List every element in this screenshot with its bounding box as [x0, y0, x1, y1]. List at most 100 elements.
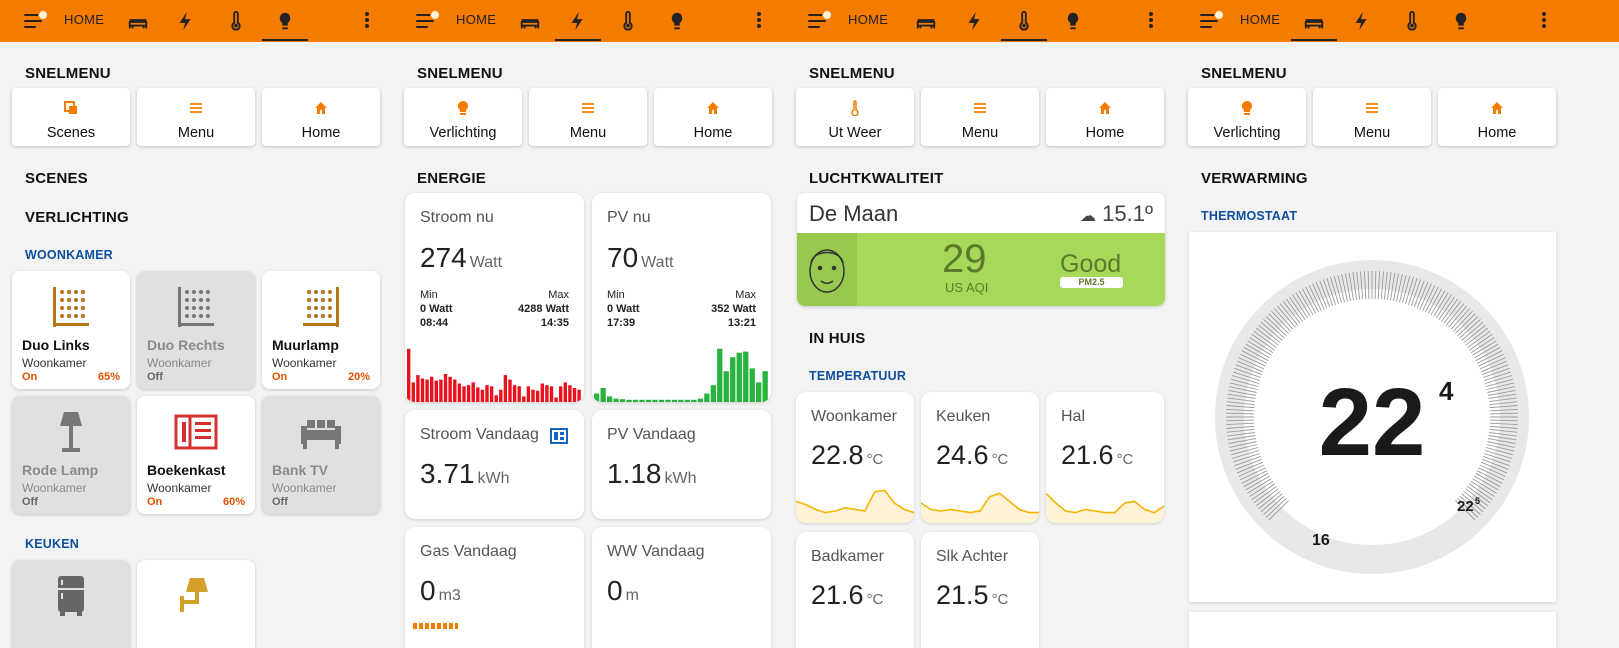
quick-button-menu[interactable]: Menu [921, 88, 1039, 146]
card-title: PV nu [607, 209, 651, 226]
quick-button-home[interactable]: Home [1438, 88, 1556, 146]
thermometer-icon[interactable] [1012, 9, 1036, 33]
chart-bar [691, 399, 697, 402]
menu-icon[interactable] [414, 10, 440, 32]
tab-home[interactable]: HOME [456, 12, 496, 27]
temp-card-badkamer[interactable]: Badkamer 21.6 °C [796, 532, 914, 648]
thermometer-icon[interactable] [224, 9, 248, 33]
home-icon [262, 100, 380, 116]
light-tile-rode-lamp[interactable]: Rode Lamp Woonkamer Off [12, 396, 130, 514]
tab-home[interactable]: HOME [1240, 12, 1280, 27]
chart-bar [434, 380, 438, 402]
temp-card-hal[interactable]: Hal 21.6 °C [1046, 392, 1164, 523]
card-ww-vandaag[interactable]: WW Vandaag 0m [592, 527, 771, 648]
top-bar: HOME [0, 0, 392, 42]
chart-bar [577, 389, 581, 402]
max-label: Max [548, 289, 569, 301]
chart-bar [559, 386, 563, 402]
temp-sparkline [796, 489, 914, 523]
temp-card-woonkamer[interactable]: Woonkamer 22.8 °C [796, 392, 914, 523]
aq-band: 29 US AQI Good PM2.5 [797, 233, 1165, 306]
tile-room: Woonkamer [272, 481, 337, 495]
min-label: Min [607, 289, 625, 301]
light-tile-bank-tv[interactable]: Bank TV Woonkamer Off [262, 396, 380, 514]
aq-weather-temp: 15.1º [1102, 201, 1153, 226]
tab-home[interactable]: HOME [64, 12, 104, 27]
flash-icon[interactable] [963, 9, 987, 33]
temp-card-keuken[interactable]: Keuken 24.6 °C [921, 392, 1039, 523]
bed-icon[interactable] [1302, 9, 1326, 33]
temp-card-slk-achter[interactable]: Slk Achter 21.5 °C [921, 532, 1039, 648]
section-snelmenu: SNELMENU [1201, 65, 1287, 82]
quick-button-scenes[interactable]: Scenes [12, 88, 130, 146]
more-vert-icon[interactable] [756, 10, 762, 32]
flash-icon[interactable] [174, 9, 198, 33]
air-quality-card[interactable]: De Maan ☁ 15.1º 29 US AQI Good PM2.5 [797, 193, 1165, 306]
section-energie: ENERGIE [417, 170, 486, 187]
quick-button-home[interactable]: Home [262, 88, 380, 146]
menu-icon[interactable] [22, 10, 48, 32]
card-pv-nu[interactable]: PV nu 70 Watt Min 0 Watt 17:39 Max 352 Watt 1… [592, 193, 771, 402]
max-block: Max 352 Watt 13:21 [711, 288, 756, 330]
quick-button-ut-weer[interactable]: Ut Weer [796, 88, 914, 146]
chart-bar [600, 388, 606, 402]
light-tile-duo-rechts[interactable]: Duo Rechts Woonkamer Off [137, 271, 255, 389]
quick-button-home[interactable]: Home [1046, 88, 1164, 146]
temp-value: 21.6 °C [1061, 440, 1133, 471]
target-temperature-decimal: 5 [1475, 496, 1480, 506]
light-tile-fridge[interactable] [12, 560, 130, 648]
card-title: Stroom nu [420, 209, 494, 226]
chart-bar [512, 385, 517, 402]
flash-icon[interactable] [1350, 9, 1374, 33]
more-vert-icon[interactable] [1541, 10, 1547, 32]
tile-room: Woonkamer [272, 356, 337, 370]
chart-bar [411, 382, 415, 402]
quick-button-menu[interactable]: Menu [137, 88, 255, 146]
quick-button-menu[interactable]: Menu [1313, 88, 1431, 146]
bed-icon[interactable] [126, 9, 150, 33]
chart-bar [420, 378, 425, 402]
bulb-icon[interactable] [1061, 9, 1085, 33]
temp-value: 22.8 °C [811, 440, 883, 471]
light-tile-boekenkast[interactable]: Boekenkast Woonkamer On 60% [137, 396, 255, 514]
card-gas-vandaag[interactable]: Gas Vandaag 0 m3 [405, 527, 584, 648]
value-number: 274 [420, 242, 467, 273]
thermostat-card[interactable]: 22 4 16 22 5 [1189, 232, 1556, 602]
thermostat-dial[interactable]: 22 4 16 22 5 [1189, 232, 1556, 602]
menu-icon[interactable] [806, 10, 832, 32]
bulb-icon[interactable] [665, 9, 689, 33]
chart-bar [526, 386, 531, 402]
quick-button-verlichting[interactable]: Verlichting [404, 88, 522, 146]
chart-bar [476, 387, 480, 402]
counter-icon [550, 428, 568, 444]
thermostat-card-2[interactable] [1189, 612, 1556, 648]
flash-icon[interactable] [566, 9, 590, 33]
bulb-icon[interactable] [1449, 9, 1473, 33]
current-temperature: 22 [1319, 369, 1426, 476]
thermometer-icon[interactable] [616, 9, 640, 33]
light-tile-duo-links[interactable]: Duo Links Woonkamer On 65% [12, 271, 130, 389]
quick-button-home[interactable]: Home [654, 88, 772, 146]
bulb-icon[interactable] [273, 9, 297, 33]
card-stroom-vandaag[interactable]: Stroom Vandaag 3.71 kWh [405, 410, 584, 519]
light-tile-wall-lamp[interactable] [137, 560, 255, 648]
thermometer-icon[interactable] [1400, 9, 1424, 33]
card-stroom-nu[interactable]: Stroom nu 274 Watt Min 0 Watt 08:44 Max 4288… [405, 193, 584, 402]
quick-button-menu[interactable]: Menu [529, 88, 647, 146]
chart-bar [594, 393, 600, 402]
card-title: Stroom Vandaag [420, 426, 539, 443]
tab-home[interactable]: HOME [848, 12, 888, 27]
more-vert-icon[interactable] [364, 10, 370, 32]
light-tile-muurlamp[interactable]: Muurlamp Woonkamer On 20% [262, 271, 380, 389]
tile-brightness: 65% [97, 371, 120, 383]
card-value: 0 m3 [420, 575, 461, 607]
temp-unit: °C [866, 451, 884, 468]
menu-icon[interactable] [1198, 10, 1224, 32]
more-vert-icon[interactable] [1148, 10, 1154, 32]
bed-icon[interactable] [518, 9, 542, 33]
panel-lighting: HOME SNELMENU Scenes Menu Home SCENES VE… [0, 0, 392, 648]
card-pv-vandaag[interactable]: PV Vandaag 1.18 kWh [592, 410, 771, 519]
tile-name: Bank TV [272, 462, 329, 478]
bed-icon[interactable] [914, 9, 938, 33]
quick-button-verlichting[interactable]: Verlichting [1188, 88, 1306, 146]
